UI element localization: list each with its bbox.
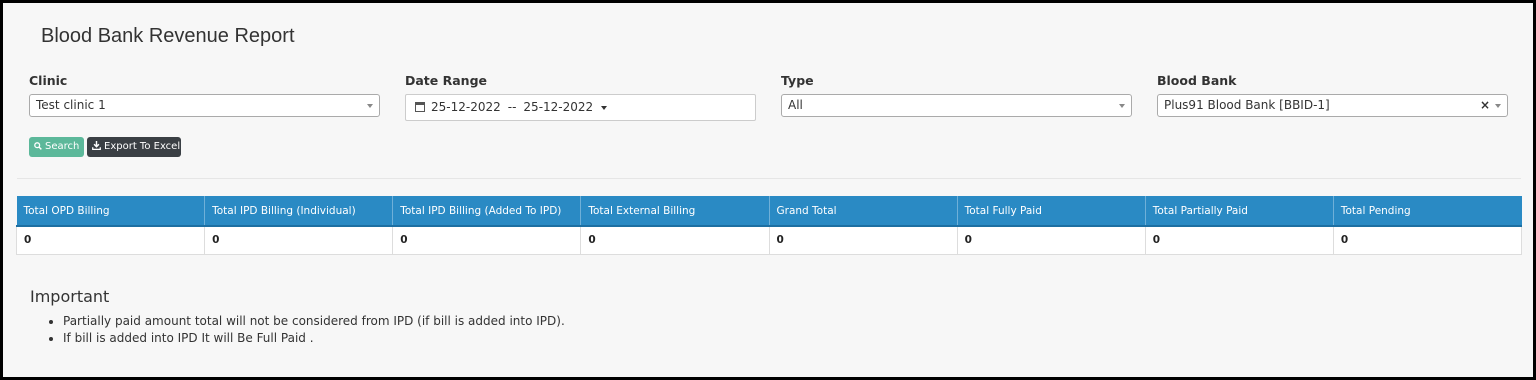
column-header: Total Partially Paid bbox=[1145, 196, 1334, 227]
date-to: 25-12-2022 bbox=[523, 100, 594, 114]
table-cell: 0 bbox=[15, 225, 206, 255]
revenue-summary-table: Total OPD Billing Total IPD Billing (Ind… bbox=[15, 196, 1523, 255]
table-cell: 0 bbox=[1332, 225, 1523, 255]
type-select-value: All bbox=[788, 98, 803, 112]
table-cell: 0 bbox=[204, 225, 394, 255]
list-item: If bill is added into IPD It will Be Ful… bbox=[63, 330, 565, 347]
blood-bank-select[interactable]: Plus91 Blood Bank [BBID-1] × bbox=[1157, 94, 1508, 117]
clear-selection-icon[interactable]: × bbox=[1480, 95, 1490, 116]
important-notes-list: Partially paid amount total will not be … bbox=[31, 313, 565, 347]
list-item: Partially paid amount total will not be … bbox=[63, 313, 565, 330]
date-range-label: Date Range bbox=[405, 73, 488, 88]
export-to-excel-button[interactable]: Export To Excel bbox=[87, 137, 181, 157]
column-header: Grand Total bbox=[769, 196, 958, 227]
blood-bank-label: Blood Bank bbox=[1157, 73, 1237, 88]
important-heading: Important bbox=[30, 287, 110, 306]
column-header: Total IPD Billing (Added To IPD) bbox=[392, 196, 582, 227]
search-icon bbox=[34, 142, 42, 150]
download-icon bbox=[92, 141, 101, 150]
column-header: Total Fully Paid bbox=[957, 196, 1146, 227]
column-header: Total OPD Billing bbox=[16, 196, 206, 227]
clinic-select[interactable]: Test clinic 1 bbox=[29, 94, 380, 117]
type-label: Type bbox=[781, 73, 814, 88]
chevron-down-icon bbox=[1495, 104, 1501, 108]
table-row: 0 0 0 0 0 0 0 0 bbox=[15, 225, 1523, 255]
table-header-row: Total OPD Billing Total IPD Billing (Ind… bbox=[16, 196, 1522, 227]
section-divider bbox=[17, 178, 1521, 179]
blood-bank-select-value: Plus91 Blood Bank [BBID-1] bbox=[1164, 98, 1330, 112]
table-cell: 0 bbox=[580, 225, 770, 255]
search-button[interactable]: Search bbox=[29, 137, 84, 157]
table-cell: 0 bbox=[956, 225, 1146, 255]
column-header: Total Pending bbox=[1333, 196, 1522, 227]
date-from: 25-12-2022 bbox=[431, 100, 501, 114]
search-button-label: Search bbox=[45, 141, 80, 152]
type-select[interactable]: All bbox=[781, 94, 1132, 117]
report-page: Blood Bank Revenue Report Clinic Test cl… bbox=[3, 3, 1533, 377]
table-cell: 0 bbox=[768, 225, 958, 255]
clinic-select-value: Test clinic 1 bbox=[36, 98, 106, 112]
chevron-down-icon bbox=[367, 104, 373, 108]
table-cell: 0 bbox=[1144, 225, 1334, 255]
chevron-down-icon bbox=[1119, 104, 1125, 108]
page-title: Blood Bank Revenue Report bbox=[41, 25, 295, 47]
caret-down-icon bbox=[601, 106, 608, 110]
column-header: Total IPD Billing (Individual) bbox=[204, 196, 394, 227]
column-header: Total External Billing bbox=[580, 196, 770, 227]
date-range-picker[interactable]: 25-12-2022 -- 25-12-2022 bbox=[405, 94, 756, 121]
date-separator: -- bbox=[507, 100, 517, 114]
calendar-icon bbox=[415, 102, 425, 112]
export-button-label: Export To Excel bbox=[104, 141, 181, 152]
clinic-label: Clinic bbox=[29, 73, 68, 88]
table-cell: 0 bbox=[392, 225, 582, 255]
